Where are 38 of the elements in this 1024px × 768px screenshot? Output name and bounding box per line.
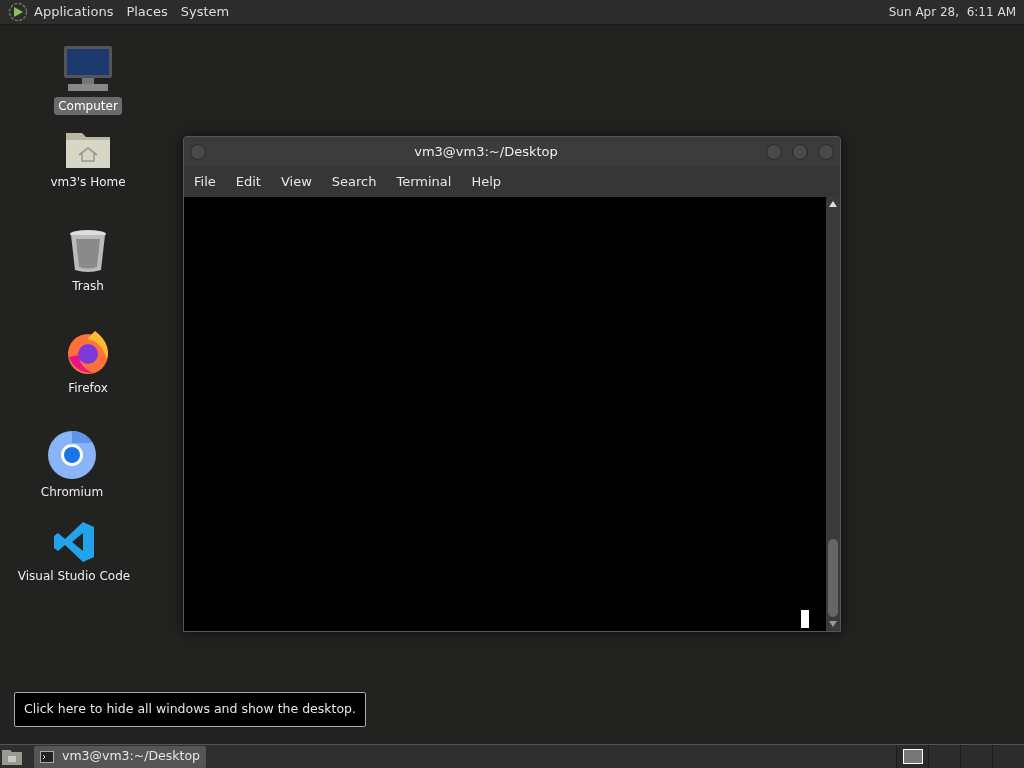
workspace-switcher-cell[interactable] <box>896 745 928 768</box>
trash-icon <box>69 229 107 273</box>
desktop-icon-label[interactable]: Firefox <box>64 379 112 397</box>
maximize-button[interactable] <box>792 143 808 160</box>
chromium-icon <box>48 431 96 479</box>
desktop-icon-label[interactable]: Chromium <box>36 483 108 501</box>
panel-menu[interactable]: System <box>180 2 230 22</box>
panel-clock[interactable]: Sun Apr 28, 6:11 AM <box>888 3 1016 21</box>
menu-item[interactable]: Help <box>471 171 502 192</box>
menu-logo-icon[interactable] <box>8 2 28 22</box>
scroll-up-icon[interactable] <box>829 201 837 207</box>
window-thumbnail <box>902 749 923 764</box>
menu-item[interactable]: File <box>194 171 216 192</box>
taskbar-button[interactable]: vm3@vm3:~/Desktop <box>34 745 206 768</box>
scrollbar[interactable] <box>826 197 840 631</box>
window-title: vm3@vm3:~/Desktop <box>413 142 559 161</box>
computer-icon <box>62 45 114 93</box>
menu-item[interactable]: Terminal <box>396 171 452 192</box>
terminal-icon <box>40 750 54 763</box>
menu-item[interactable]: View <box>280 171 312 192</box>
close-button[interactable] <box>818 143 834 160</box>
scrollbar-thumb[interactable] <box>828 539 838 617</box>
desktop-icon-label[interactable]: vm3's Home <box>46 173 130 191</box>
window-menu-button[interactable] <box>190 143 206 160</box>
desktop-icon-label[interactable]: Visual Studio Code <box>13 567 135 585</box>
desktop-icon-label[interactable]: Trash <box>68 277 108 295</box>
desktop-icon-label[interactable]: Computer <box>54 97 122 115</box>
tooltip: Click here to hide all windows and show the desktop. <box>14 692 366 727</box>
panel-menu[interactable]: Places <box>126 2 168 22</box>
scroll-down-icon[interactable] <box>829 621 837 627</box>
show-desktop-icon[interactable] <box>1 747 23 766</box>
firefox-icon <box>65 329 111 375</box>
panel-menu[interactable]: Applications <box>34 2 114 22</box>
text-cursor <box>801 610 809 628</box>
vscode-icon <box>53 521 95 563</box>
menu-item[interactable]: Search <box>331 171 377 192</box>
menu-item[interactable]: Edit <box>235 171 261 192</box>
minimize-button[interactable] <box>766 143 782 160</box>
